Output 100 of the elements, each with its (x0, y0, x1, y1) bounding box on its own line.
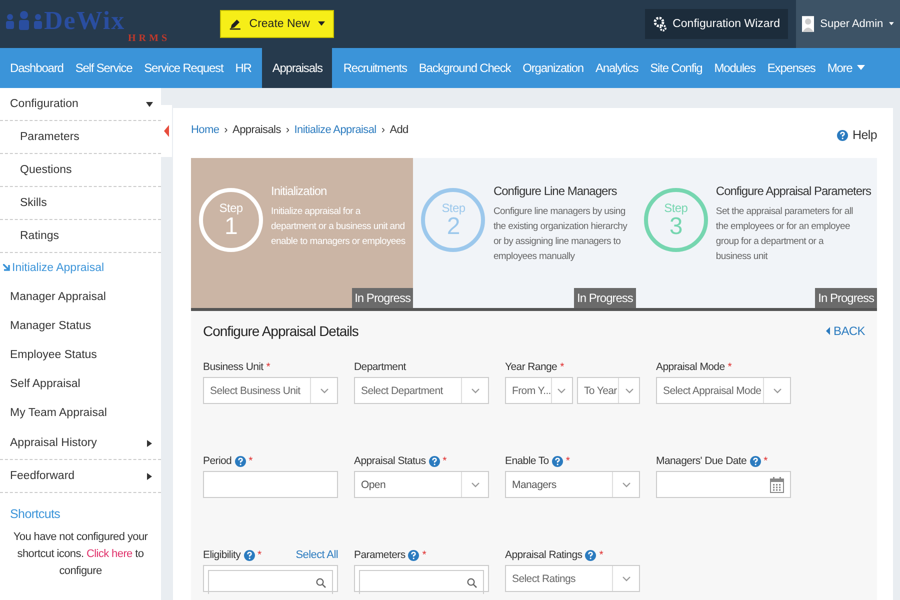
breadcrumb-separator: › (224, 124, 228, 138)
search-field[interactable] (203, 565, 338, 592)
caret-icon (857, 65, 866, 71)
caret-icon (318, 21, 325, 27)
dropdown[interactable]: Open (354, 471, 489, 498)
field-label: Eligibility (203, 549, 241, 561)
form-title: Configure Appraisal Details (203, 323, 358, 339)
collapse-handle[interactable] (161, 105, 172, 157)
chevron-icon (470, 388, 480, 394)
field-label: Appraisal Mode (656, 361, 725, 373)
sidebar-item[interactable]: Initialize Appraisal (0, 253, 161, 282)
sidebar-item[interactable]: Employee Status (0, 340, 161, 369)
nav-tab[interactable]: Site Config (644, 48, 708, 88)
nav-tab[interactable]: HR (229, 48, 258, 88)
required-mark: * (728, 361, 732, 373)
dropdown[interactable]: From Y... (505, 377, 573, 404)
nav-tab[interactable]: Analytics (590, 48, 644, 88)
sidebar-item[interactable]: Self Appraisal (0, 369, 161, 398)
chevron-icon (622, 576, 630, 582)
dropdown[interactable]: To Year (576, 377, 640, 404)
sidebar-subitem[interactable]: Ratings (0, 220, 161, 253)
chevron-icon (557, 388, 566, 394)
nav-tab[interactable]: Modules (708, 48, 762, 88)
click-here-link[interactable]: Click here (86, 548, 132, 560)
step-circle: Step 1 (199, 188, 263, 252)
field-label: Enable To (505, 455, 549, 467)
step-circle: Step 2 (421, 188, 486, 252)
nav-tab[interactable]: Expenses (761, 48, 822, 88)
field-label: Appraisal Ratings (505, 549, 582, 561)
step-description: Set the appraisal parameters for all the employees or for an employee group for a department or a business unit (716, 205, 854, 264)
sidebar-subitem[interactable]: Skills (0, 187, 161, 220)
step-title: Configure Appraisal Parameters (716, 184, 871, 198)
step-circle: Step 3 (644, 188, 708, 252)
nav-tab[interactable]: Organization (516, 48, 590, 88)
calendar-icon (770, 476, 784, 492)
caret-icon (826, 327, 830, 335)
help-link[interactable]: Help (837, 128, 877, 142)
user-menu[interactable]: Super Admin (796, 0, 900, 48)
shortcuts-heading: Shortcuts (9, 506, 62, 523)
people-icon (4, 10, 44, 30)
dropdown[interactable]: Managers (505, 471, 640, 498)
dropdown[interactable]: Select Appraisal Mode (656, 377, 791, 404)
field-label: Period (203, 455, 232, 467)
required-mark: * (248, 455, 252, 467)
caret-icon (889, 21, 894, 27)
back-link[interactable]: BACK (826, 324, 865, 338)
field-label: Department (354, 361, 406, 373)
nav-tab[interactable]: Dashboard (4, 48, 70, 88)
dropdown[interactable]: Select Business Unit (203, 377, 338, 404)
search-icon (316, 578, 326, 588)
search-field[interactable] (354, 565, 489, 592)
chevron-icon (622, 482, 630, 488)
sidebar-item[interactable]: Manager Appraisal (0, 282, 161, 311)
nav-tab[interactable]: Self Service (69, 48, 138, 88)
sidebar-item[interactable]: Manager Status (0, 311, 161, 340)
breadcrumb-separator: › (286, 124, 290, 138)
gears-icon (652, 16, 667, 32)
logo-text: DeWix (44, 6, 126, 36)
dropdown[interactable]: Select Ratings (505, 565, 640, 592)
pencil-icon (229, 17, 242, 31)
nav-tab[interactable]: Background Check (412, 48, 517, 88)
sidebar-item[interactable]: My Team Appraisal (0, 398, 161, 427)
step-title: Initialization (271, 184, 328, 198)
required-mark: * (560, 361, 564, 373)
breadcrumb-link[interactable]: Home (191, 124, 220, 138)
status-badge: In Progress (574, 288, 636, 308)
dropdown[interactable]: Select Department (354, 377, 489, 404)
caret-icon (164, 125, 169, 137)
step-title: Configure Line Managers (493, 184, 618, 198)
chevron-icon (320, 388, 328, 394)
chevron-icon (624, 388, 634, 394)
required-mark: * (566, 455, 570, 467)
arrow-icon (3, 264, 10, 271)
field-label: Year Range (505, 361, 558, 373)
required-mark: * (266, 361, 270, 373)
create-new-button[interactable]: Create New (220, 10, 334, 38)
breadcrumb-text: Appraisals (232, 124, 281, 138)
breadcrumb-link[interactable]: Initialize Appraisal (294, 124, 376, 138)
nav-tab[interactable]: Appraisals (262, 48, 332, 88)
required-mark: * (422, 549, 426, 561)
breadcrumb-separator: › (381, 124, 385, 138)
field-label: Parameters (354, 549, 406, 561)
sidebar-subitem[interactable]: Questions (0, 154, 161, 187)
status-badge: In Progress (815, 288, 877, 308)
sidebar-item[interactable]: Feedforward (0, 460, 161, 493)
date-field[interactable] (656, 471, 791, 498)
help-icon (837, 130, 848, 140)
nav-tab[interactable]: More (821, 48, 872, 88)
field-label: Appraisal Status (354, 455, 426, 467)
nav-tab[interactable]: Recruitments (337, 48, 413, 88)
input-field[interactable] (203, 471, 338, 498)
field-label: Business Unit (203, 361, 264, 373)
configuration-wizard-button[interactable]: Configuration Wizard (644, 9, 788, 39)
logo-subtitle: HRMS (128, 33, 170, 44)
shortcuts-message: You have not configured your shortcut icons. Click here to configure (12, 530, 149, 579)
sidebar-item[interactable]: Appraisal History (0, 427, 161, 460)
select-all-link[interactable]: Select All (296, 549, 338, 561)
search-icon (467, 578, 477, 588)
nav-tab[interactable]: Service Request (138, 48, 230, 88)
caret-icon (146, 472, 153, 480)
